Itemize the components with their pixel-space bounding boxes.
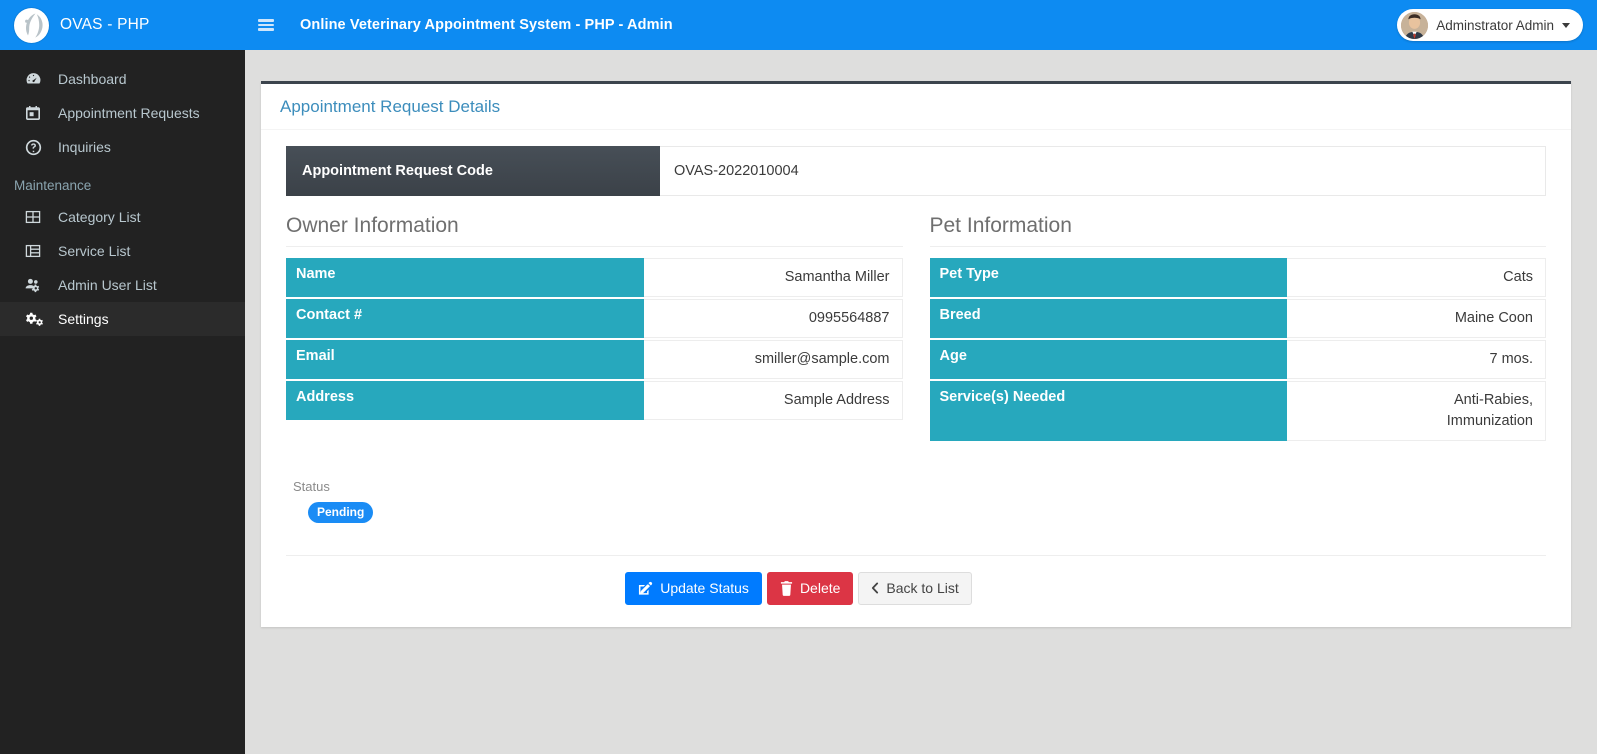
user-menu[interactable]: Adminstrator Admin	[1397, 9, 1583, 41]
table-row: Service(s) Needed Anti-Rabies, Immunizat…	[929, 381, 1546, 442]
sidebar-item-label: Settings	[58, 311, 109, 327]
sidebar-item-label: Dashboard	[58, 71, 127, 87]
sidebar-item-admin-user-list[interactable]: Admin User List	[0, 268, 245, 302]
appointment-code-label: Appointment Request Code	[286, 146, 660, 196]
row-label: Name	[286, 258, 644, 298]
row-label: Age	[929, 340, 1288, 380]
row-value: 7 mos.	[1287, 340, 1546, 380]
row-label: Breed	[929, 299, 1288, 339]
tachometer-icon	[25, 70, 45, 88]
cogs-icon	[25, 310, 45, 328]
back-to-list-button[interactable]: Back to List	[858, 572, 972, 605]
table-row: Breed Maine Coon	[929, 299, 1546, 339]
sidebar-item-label: Service List	[58, 243, 131, 259]
trash-icon	[780, 581, 793, 596]
caret-down-icon	[1562, 22, 1570, 28]
row-label: Contact #	[286, 299, 644, 339]
card-body: Appointment Request Code OVAS-2022010004…	[261, 130, 1571, 627]
brand-title: OVAS - PHP	[60, 16, 150, 33]
grid-icon	[25, 208, 45, 226]
sidebar-nav: Dashboard Appointment Requests Inquiries…	[0, 50, 245, 336]
sidebar-item-inquiries[interactable]: Inquiries	[0, 130, 245, 164]
table-row: Age 7 mos.	[929, 340, 1546, 380]
sidebar-item-appointment-requests[interactable]: Appointment Requests	[0, 96, 245, 130]
content-area: Appointment Request Details Appointment …	[245, 50, 1597, 754]
calendar-icon	[25, 104, 45, 122]
user-name-label: Adminstrator Admin	[1436, 17, 1554, 33]
owner-section-title: Owner Information	[286, 214, 903, 247]
sidebar-item-category-list[interactable]: Category List	[0, 200, 245, 234]
sidebar-item-label: Category List	[58, 209, 141, 225]
update-status-button[interactable]: Update Status	[625, 572, 762, 605]
button-label: Back to List	[886, 580, 959, 597]
appointment-code-value: OVAS-2022010004	[660, 146, 1546, 196]
delete-button[interactable]: Delete	[766, 572, 854, 605]
ovas-logo-icon	[14, 7, 49, 43]
status-badge: Pending	[308, 502, 374, 524]
row-label: Service(s) Needed	[929, 381, 1288, 442]
sidebar-item-label: Appointment Requests	[58, 105, 200, 121]
details-card: Appointment Request Details Appointment …	[261, 81, 1571, 627]
row-value: Maine Coon	[1287, 299, 1546, 339]
row-value: Sample Address	[643, 381, 903, 421]
info-columns: Owner Information Name Samantha Miller C…	[286, 214, 1546, 443]
row-label: Pet Type	[929, 258, 1288, 298]
sidebar-section-maintenance: Maintenance	[14, 178, 92, 193]
sidebar: OVAS - PHP Dashboard Appointment Request…	[0, 0, 245, 754]
table-row: Contact # 0995564887	[286, 299, 903, 339]
appointment-code-strip: Appointment Request Code OVAS-2022010004	[286, 146, 1546, 196]
sidebar-item-service-list[interactable]: Service List	[0, 234, 245, 268]
pet-information-column: Pet Information Pet Type Cats Breed Main…	[929, 214, 1546, 443]
row-label: Email	[286, 340, 644, 380]
page-title: Online Veterinary Appointment System - P…	[300, 17, 673, 33]
table-list-icon	[25, 242, 45, 260]
status-label: Status	[293, 479, 330, 495]
topbar: Online Veterinary Appointment System - P…	[245, 0, 1597, 50]
users-cog-icon	[25, 276, 45, 294]
sidebar-item-settings[interactable]: Settings	[0, 302, 245, 336]
hamburger-icon[interactable]	[245, 0, 287, 50]
owner-information-table: Name Samantha Miller Contact # 099556488…	[286, 256, 903, 422]
row-label: Address	[286, 381, 644, 421]
table-row: Name Samantha Miller	[286, 258, 903, 298]
table-row: Email smiller@sample.com	[286, 340, 903, 380]
row-value: Anti-Rabies, Immunization	[1287, 381, 1546, 442]
button-label: Delete	[799, 580, 841, 597]
row-value: Cats	[1287, 258, 1546, 298]
pet-section-title: Pet Information	[929, 214, 1546, 247]
button-label: Update Status	[660, 580, 749, 597]
row-value: Samantha Miller	[643, 258, 903, 298]
table-row: Address Sample Address	[286, 381, 903, 421]
brand-logo-area[interactable]: OVAS - PHP	[0, 0, 245, 50]
question-circle-icon	[25, 138, 45, 156]
avatar	[1401, 11, 1429, 39]
card-title: Appointment Request Details	[280, 97, 501, 116]
action-buttons: Update Status Delete Back to List	[286, 572, 1546, 605]
status-block: Status Pending	[286, 479, 1546, 524]
pet-information-table: Pet Type Cats Breed Maine Coon Age 7 mos…	[929, 256, 1546, 443]
divider	[286, 555, 1546, 557]
edit-icon	[638, 581, 653, 596]
sidebar-item-label: Admin User List	[58, 277, 157, 293]
row-value: smiller@sample.com	[643, 340, 903, 380]
row-value: 0995564887	[643, 299, 903, 339]
sidebar-item-dashboard[interactable]: Dashboard	[0, 62, 245, 96]
card-header: Appointment Request Details	[261, 84, 1571, 130]
table-row: Pet Type Cats	[929, 258, 1546, 298]
chevron-left-icon	[871, 582, 879, 594]
owner-information-column: Owner Information Name Samantha Miller C…	[286, 214, 903, 443]
sidebar-item-label: Inquiries	[58, 139, 111, 155]
